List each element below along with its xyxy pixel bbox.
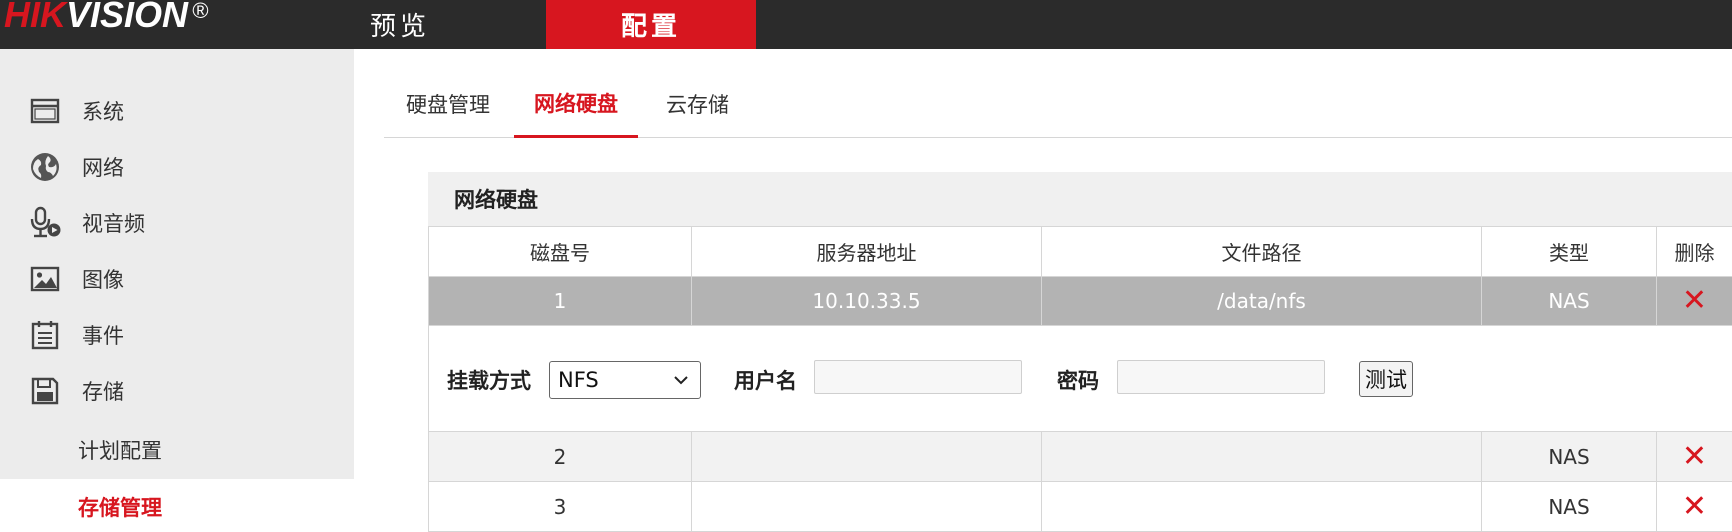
- cell-disk-no: 1: [429, 277, 692, 326]
- sidebar-item-label: 系统: [82, 96, 124, 126]
- table-row[interactable]: 1 10.10.33.5 /data/nfs NAS ✕: [429, 277, 1732, 326]
- sidebar-item-event[interactable]: 事件: [0, 313, 354, 357]
- hikvision-logo: HIKVISION®: [4, 0, 208, 36]
- test-button[interactable]: 测试: [1359, 361, 1413, 397]
- cell-server-address: [692, 482, 1042, 532]
- tab-label: 云存储: [666, 89, 729, 119]
- delete-icon[interactable]: ✕: [1682, 283, 1707, 318]
- column-header-disk-no: 磁盘号: [429, 227, 692, 277]
- tab-bar: 硬盘管理 网络硬盘 云存储: [384, 70, 1732, 138]
- sidebar-item-network[interactable]: 网络: [0, 145, 354, 189]
- cell-delete: ✕: [1657, 277, 1732, 326]
- column-header-server-address: 服务器地址: [692, 227, 1042, 277]
- registered-mark: ®: [192, 0, 208, 23]
- sidebar: 系统 网络 视音频 图像 事件 存储 计划配置: [0, 49, 354, 479]
- password-label: 密码: [1057, 365, 1099, 395]
- sidebar-item-label: 存储: [82, 376, 124, 406]
- delete-icon[interactable]: ✕: [1682, 489, 1707, 524]
- logo-text-hik: HIK: [4, 0, 66, 35]
- tab-hdd-management[interactable]: 硬盘管理: [406, 70, 490, 138]
- sidebar-subitem-schedule[interactable]: 计划配置: [78, 435, 162, 465]
- sidebar-item-label: 事件: [82, 320, 124, 350]
- password-input[interactable]: [1117, 360, 1325, 394]
- column-header-type: 类型: [1482, 227, 1657, 277]
- microphone-icon: [28, 206, 62, 240]
- tab-label: 硬盘管理: [406, 89, 490, 119]
- panel-title: 网络硬盘: [428, 172, 1732, 226]
- cell-disk-no: 2: [429, 432, 692, 482]
- table-header-row: 磁盘号 服务器地址 文件路径 类型 删除: [429, 227, 1732, 277]
- table-row[interactable]: 2 NAS ✕: [429, 432, 1732, 482]
- nav-preview[interactable]: 预览: [370, 0, 510, 49]
- cell-delete: ✕: [1657, 432, 1732, 482]
- cell-file-path: [1042, 432, 1482, 482]
- sidebar-subitem-label: 计划配置: [78, 439, 162, 463]
- logo-text-vision: VISION: [66, 0, 188, 35]
- sidebar-item-image[interactable]: 图像: [0, 257, 354, 301]
- sidebar-item-label: 网络: [82, 152, 124, 182]
- cell-file-path: [1042, 482, 1482, 532]
- sidebar-item-label: 视音频: [82, 208, 145, 238]
- tab-cloud-storage[interactable]: 云存储: [666, 70, 729, 138]
- network-disk-table: 磁盘号 服务器地址 文件路径 类型 删除 1 10.10.33.5 /data/…: [428, 226, 1732, 532]
- window-icon: [28, 94, 62, 128]
- globe-icon: [28, 150, 62, 184]
- sidebar-item-system[interactable]: 系统: [0, 89, 354, 133]
- top-bar: HIKVISION® 预览 配置: [0, 0, 1732, 49]
- image-icon: [28, 262, 62, 296]
- mount-settings: 挂载方式 NFS 用户名 密码 测试: [429, 326, 1732, 432]
- calendar-list-icon: [28, 318, 62, 352]
- sidebar-subitem-label: 存储管理: [78, 496, 162, 520]
- chevron-down-icon: [672, 370, 690, 394]
- cell-type: NAS: [1482, 482, 1657, 532]
- sidebar-subitem-storage-management[interactable]: 存储管理: [78, 492, 162, 522]
- table-row[interactable]: 3 NAS ✕: [429, 482, 1732, 532]
- sidebar-item-video-audio[interactable]: 视音频: [0, 201, 354, 245]
- mount-method-label: 挂载方式: [447, 365, 531, 395]
- nav-config[interactable]: 配置: [546, 0, 756, 49]
- cell-file-path: /data/nfs: [1042, 277, 1482, 326]
- column-header-file-path: 文件路径: [1042, 227, 1482, 277]
- cell-server-address: 10.10.33.5: [692, 277, 1042, 326]
- username-label: 用户名: [734, 365, 797, 395]
- cell-type: NAS: [1482, 277, 1657, 326]
- sidebar-item-storage[interactable]: 存储: [0, 369, 354, 413]
- cell-delete: ✕: [1657, 482, 1732, 532]
- cell-server-address: [692, 432, 1042, 482]
- nav-preview-label: 预览: [370, 6, 430, 43]
- username-input[interactable]: [814, 360, 1022, 394]
- column-header-delete: 删除: [1657, 227, 1732, 277]
- tab-network-disk[interactable]: 网络硬盘: [514, 70, 638, 138]
- floppy-disk-icon: [28, 374, 62, 408]
- mount-method-select[interactable]: NFS: [549, 361, 701, 399]
- mount-method-value: NFS: [558, 368, 599, 392]
- sidebar-item-label: 图像: [82, 264, 124, 294]
- cell-type: NAS: [1482, 432, 1657, 482]
- network-disk-panel: 网络硬盘 磁盘号 服务器地址 文件路径 类型 删除 1 10.10.33.5 /…: [428, 172, 1732, 524]
- table-detail-row: 挂载方式 NFS 用户名 密码 测试: [429, 326, 1732, 432]
- tab-label: 网络硬盘: [534, 88, 618, 118]
- cell-disk-no: 3: [429, 482, 692, 532]
- delete-icon[interactable]: ✕: [1682, 439, 1707, 474]
- nav-config-label: 配置: [621, 6, 681, 43]
